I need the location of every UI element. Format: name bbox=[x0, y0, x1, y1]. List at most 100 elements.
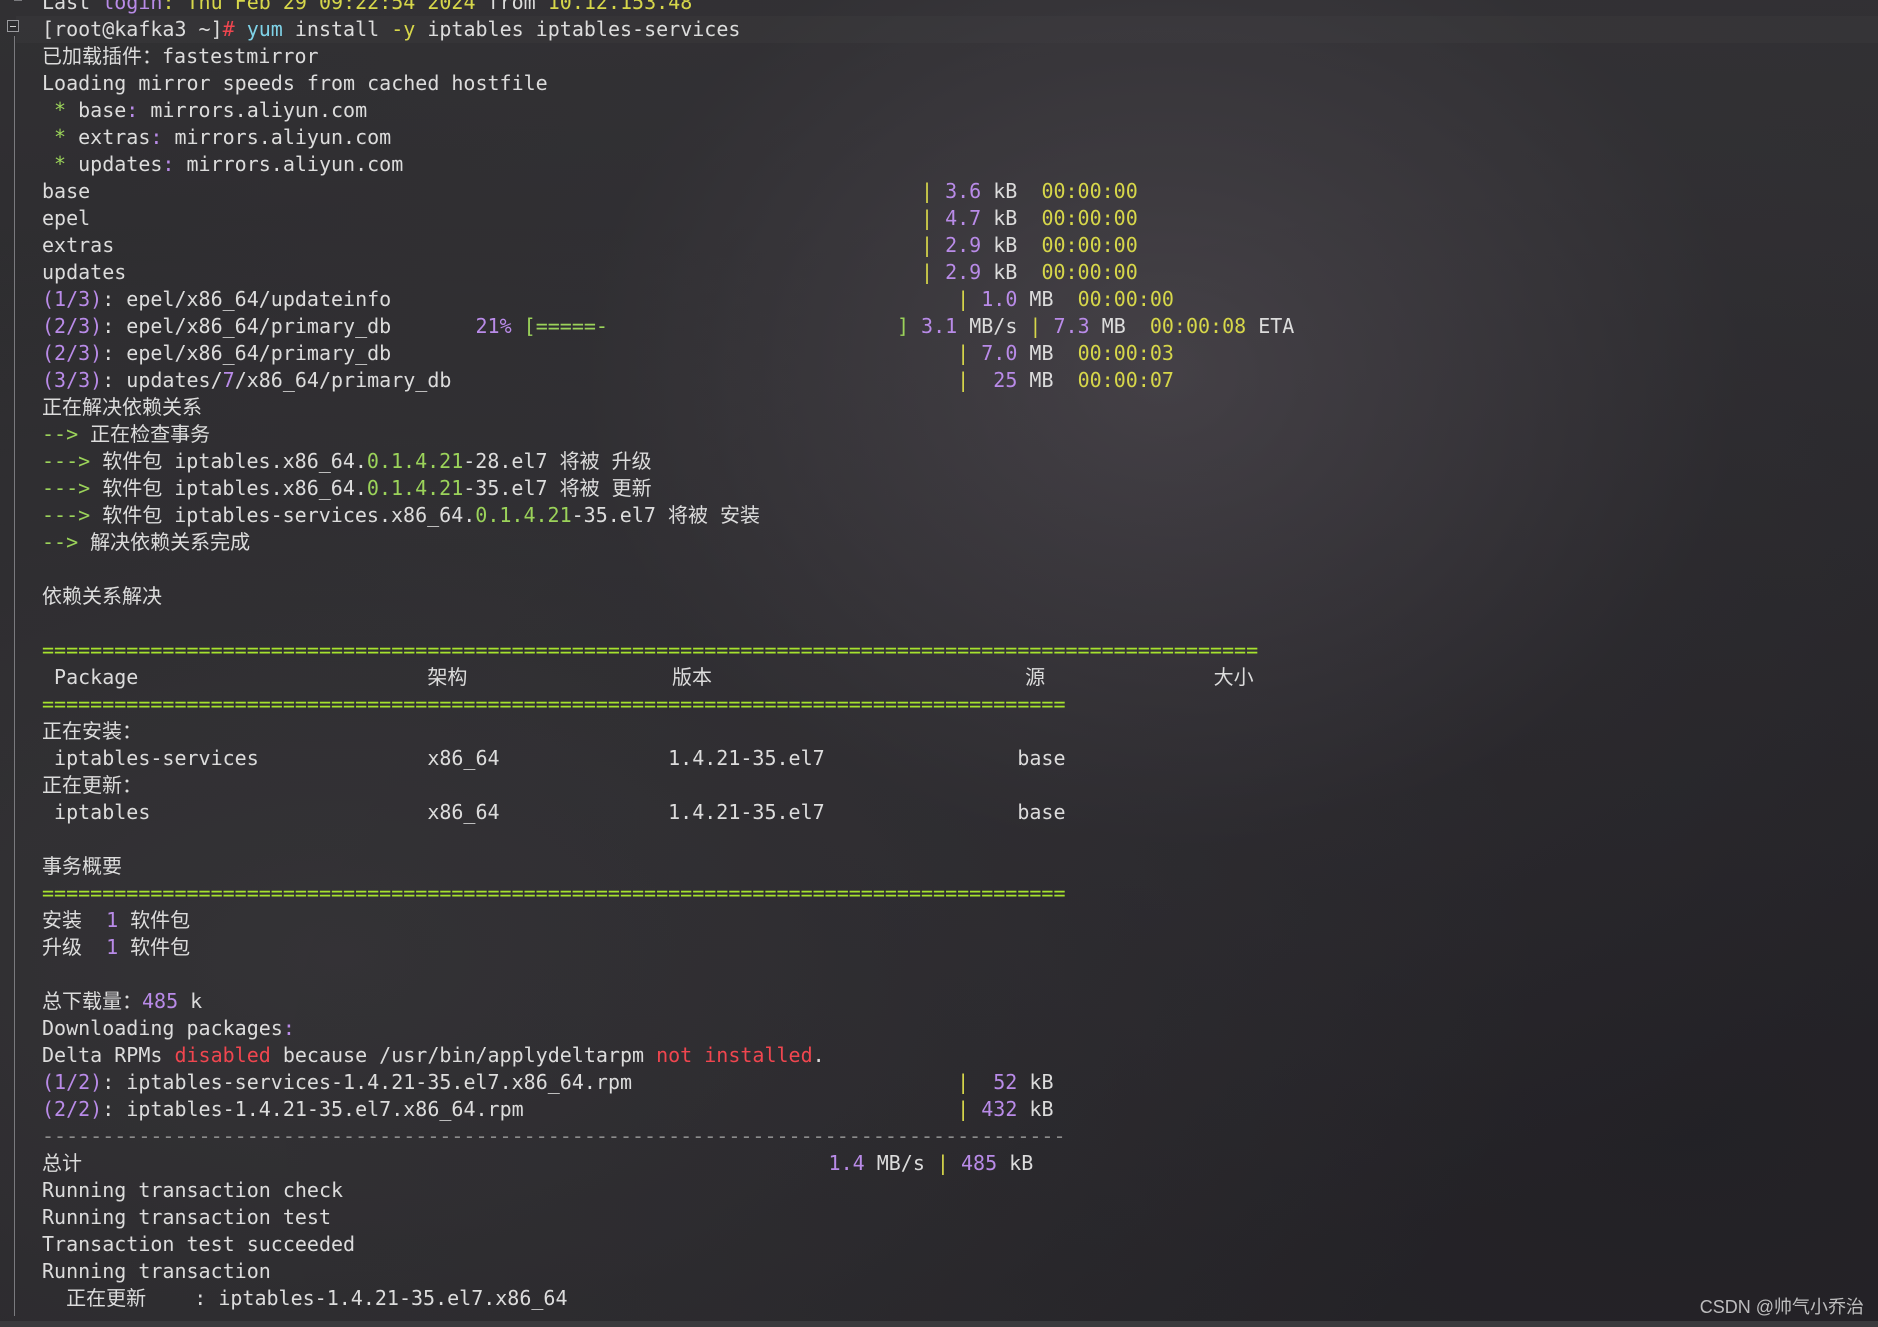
terminal-text-segment: MB/s bbox=[957, 314, 1030, 338]
terminal-line: (2/2): iptables-1.4.21-35.el7.x86_64.rpm… bbox=[42, 1096, 1294, 1123]
terminal-text-segment: 软件包 iptables-services.x86_64. bbox=[102, 503, 476, 527]
terminal-line: Running transaction bbox=[42, 1258, 1294, 1285]
terminal-text-segment: (3/3) bbox=[42, 368, 103, 392]
terminal-text-segment: 485 bbox=[961, 1151, 998, 1175]
terminal-text-segment: disabled bbox=[174, 1043, 271, 1067]
terminal-line: 正在解决依赖关系 bbox=[42, 394, 1294, 421]
terminal-text-segment: 00:00:00 bbox=[1041, 233, 1138, 257]
bottom-edge bbox=[0, 1321, 1878, 1327]
terminal-line: ---> 软件包 iptables.x86_64.0.1.4.21-35.el7… bbox=[42, 475, 1294, 502]
terminal-text-segment: -y bbox=[391, 17, 416, 41]
terminal-line: 升级 1 软件包 bbox=[42, 934, 1294, 961]
fold-connector bbox=[14, 0, 22, 1]
terminal-text-segment: ETA bbox=[1246, 314, 1295, 338]
terminal-line: * updates: mirrors.aliyun.com bbox=[42, 151, 1294, 178]
terminal-line: (3/3): updates/7/x86_64/primary_db | 25 … bbox=[42, 367, 1294, 394]
terminal-text-segment: : bbox=[126, 98, 151, 122]
terminal-line: Running transaction check bbox=[42, 1177, 1294, 1204]
terminal-text-segment: 0.1.4.21 bbox=[366, 449, 464, 473]
terminal-text-segment: : iptables-services-1.4.21-35.el7.x86_64… bbox=[102, 1070, 958, 1094]
terminal-text-segment: 2.9 bbox=[945, 260, 982, 284]
terminal-text-segment: | bbox=[921, 206, 946, 230]
terminal-text-segment: 软件包 bbox=[118, 935, 191, 959]
collapse-icon[interactable] bbox=[7, 20, 19, 32]
terminal-line: Delta RPMs disabled because /usr/bin/app… bbox=[42, 1042, 1294, 1069]
terminal-text-segment: 00:00:00 bbox=[1041, 260, 1138, 284]
terminal-text-segment: 3.6 bbox=[945, 179, 982, 203]
terminal-text-segment: (2/3) bbox=[42, 314, 103, 338]
terminal-text-segment: : bbox=[150, 125, 175, 149]
terminal-text-segment: extras bbox=[78, 125, 151, 149]
terminal-text-segment: 已加载插件：fastestmirror bbox=[42, 44, 319, 68]
terminal-text-segment: : bbox=[282, 1016, 295, 1040]
terminal-text-segment: -35.el7 将被 更新 bbox=[463, 476, 652, 500]
terminal-text-segment: 正在检查事务 bbox=[90, 422, 211, 446]
terminal-text-segment: kB bbox=[981, 260, 1042, 284]
terminal-text-segment: iptables x86_64 1.4.21-35.el7 base bbox=[42, 800, 1066, 824]
terminal-text-segment: extras bbox=[42, 233, 921, 257]
terminal-text-segment: Delta RPMs bbox=[42, 1043, 175, 1067]
terminal-text-segment: : epel/x86_64/updateinfo bbox=[102, 287, 958, 311]
terminal-text-segment: MB/s bbox=[864, 1151, 937, 1175]
terminal-text-segment: 安装 bbox=[42, 908, 107, 932]
terminal-text-segment: ========================================… bbox=[42, 692, 1066, 716]
terminal-text-segment: : epel/x86_64/primary_db bbox=[102, 341, 958, 365]
terminal-line: base | 3.6 kB 00:00:00 bbox=[42, 178, 1294, 205]
terminal-text-segment: [root@kafka3 ~] bbox=[42, 17, 223, 41]
terminal-text-segment: 软件包 iptables.x86_64. bbox=[102, 476, 367, 500]
terminal-text-segment: 事务概要 bbox=[42, 854, 122, 878]
terminal-line: Package 架构 版本 源 大小 bbox=[42, 664, 1294, 691]
terminal-text-segment: 1 bbox=[106, 908, 119, 932]
terminal-text-segment: ----------------------------------------… bbox=[42, 1124, 1066, 1148]
terminal-text-segment: 25 bbox=[993, 368, 1018, 392]
terminal-text-segment: 52 bbox=[993, 1070, 1018, 1094]
terminal-text-segment: kB bbox=[997, 1151, 1034, 1175]
terminal-text-segment: : iptables-1.4.21-35.el7.x86_64.rpm bbox=[102, 1097, 958, 1121]
terminal-text-segment: 0.1.4.21 bbox=[366, 476, 464, 500]
terminal-line: 总计 1.4 MB/s | 485 kB bbox=[42, 1150, 1294, 1177]
terminal-text-segment: 正在解决依赖关系 bbox=[42, 395, 202, 419]
terminal-text-segment: kB bbox=[981, 233, 1042, 257]
terminal-text-segment: MB bbox=[1017, 341, 1078, 365]
terminal-line: 正在更新 : iptables-1.4.21-35.el7.x86_64 bbox=[42, 1285, 1294, 1312]
terminal-line: Downloading packages: bbox=[42, 1015, 1294, 1042]
terminal-line: Transaction test succeeded bbox=[42, 1231, 1294, 1258]
terminal-text-segment: Loading mirror speeds from cached hostfi… bbox=[42, 71, 548, 95]
terminal-text-segment: 485 bbox=[142, 989, 179, 1013]
terminal-text-segment: | bbox=[921, 179, 946, 203]
terminal-text-segment: 00:00:00 bbox=[1041, 206, 1138, 230]
terminal-line: epel | 4.7 kB 00:00:00 bbox=[42, 205, 1294, 232]
terminal-line: (2/3): epel/x86_64/primary_db 21% [=====… bbox=[42, 313, 1294, 340]
terminal-text-segment: install bbox=[282, 17, 392, 41]
terminal-text-segment: : updates/ bbox=[102, 368, 223, 392]
terminal-text-segment: (1/3) bbox=[42, 287, 103, 311]
terminal-text-segment: (2/3) bbox=[42, 341, 103, 365]
terminal-text-segment: 正在更新 : iptables-1.4.21-35.el7.x86_64 bbox=[42, 1286, 568, 1310]
terminal-line: ----------------------------------------… bbox=[42, 1123, 1294, 1150]
terminal-text-segment: Running transaction bbox=[42, 1259, 271, 1283]
terminal-text-segment: 29 09:22:54 2024 bbox=[282, 0, 476, 14]
terminal-text-segment: [=====- ] bbox=[511, 314, 922, 338]
terminal-line: Last login: Thu Feb 29 09:22:54 2024 fro… bbox=[42, 0, 1294, 16]
terminal-text-segment: | bbox=[1029, 314, 1054, 338]
terminal-text-segment: Downloading packages bbox=[42, 1016, 283, 1040]
terminal-text-segment: updates bbox=[42, 260, 921, 284]
terminal-text-segment: | bbox=[921, 233, 946, 257]
terminal-text-segment: 7.3 bbox=[1053, 314, 1090, 338]
terminal-line: 正在安装： bbox=[42, 718, 1294, 745]
terminal-text-segment: * bbox=[42, 152, 79, 176]
terminal-output[interactable]: Last login: Thu Feb 29 09:22:54 2024 fro… bbox=[42, 0, 1294, 1312]
terminal-text-segment: ---> bbox=[42, 449, 103, 473]
terminal-text-segment: 软件包 bbox=[118, 908, 191, 932]
terminal-text-segment: 正在安装： bbox=[42, 719, 142, 743]
terminal-line: --> 正在检查事务 bbox=[42, 421, 1294, 448]
terminal-window[interactable]: Last login: Thu Feb 29 09:22:54 2024 fro… bbox=[0, 0, 1878, 1327]
terminal-line: ---> 软件包 iptables-services.x86_64.0.1.4.… bbox=[42, 502, 1294, 529]
terminal-text-segment: -28.el7 将被 升级 bbox=[463, 449, 652, 473]
terminal-text-segment: : bbox=[162, 152, 187, 176]
terminal-text-segment: --> bbox=[42, 422, 91, 446]
watermark: CSDN @帅气小乔治 bbox=[1699, 1297, 1864, 1317]
terminal-line: extras | 2.9 kB 00:00:00 bbox=[42, 232, 1294, 259]
terminal-text-segment: 7.0 bbox=[981, 341, 1018, 365]
